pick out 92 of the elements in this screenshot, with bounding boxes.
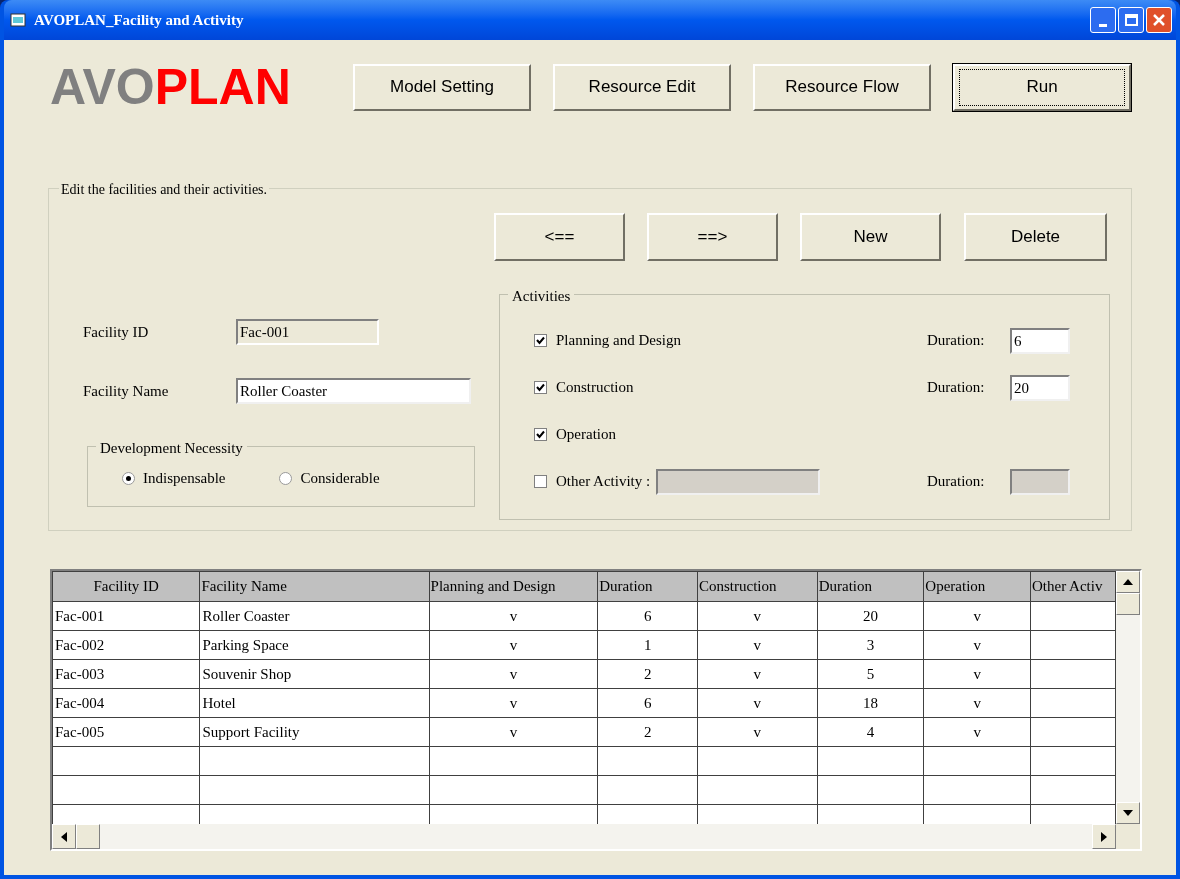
facility-name-field[interactable]: Roller Coaster: [236, 378, 471, 404]
table-cell: v: [697, 688, 818, 718]
table-cell: 1: [597, 630, 698, 660]
table-cell: Parking Space: [199, 630, 430, 660]
window-icon: [10, 13, 26, 27]
table-cell: Souvenir Shop: [199, 659, 430, 689]
table-cell: Fac-005: [52, 717, 200, 747]
column-header[interactable]: Duration: [817, 571, 924, 602]
minimize-button[interactable]: [1090, 7, 1116, 33]
nav-button[interactable]: New: [800, 213, 941, 261]
scroll-down-button[interactable]: [1116, 802, 1140, 824]
duration-label: Duration:: [927, 378, 986, 398]
scroll-right-button[interactable]: [1092, 824, 1116, 849]
table-cell: v: [697, 601, 818, 631]
logo: AVOPLAN: [50, 62, 292, 112]
checkbox-label: Planning and Design: [556, 331, 681, 351]
toolbar-button[interactable]: Run: [953, 63, 1131, 111]
duration-field[interactable]: [1010, 468, 1070, 495]
table-cell: v: [429, 688, 598, 718]
table-cell: Fac-001: [52, 601, 200, 631]
checkbox-label: Operation: [556, 425, 616, 445]
table-cell: Fac-002: [52, 630, 200, 660]
column-header[interactable]: Facility ID: [52, 571, 200, 602]
toolbar-button[interactable]: Resource Flow: [753, 63, 931, 111]
maximize-button[interactable]: [1118, 7, 1144, 33]
scroll-thumb[interactable]: [1116, 593, 1140, 615]
table-cell: 20: [817, 601, 924, 631]
nav-button[interactable]: ==>: [647, 213, 778, 261]
table-cell: v: [697, 659, 818, 689]
table-cell: v: [429, 659, 598, 689]
horizontal-scrollbar[interactable]: [52, 824, 1116, 849]
table-cell: v: [429, 630, 598, 660]
table-cell: 4: [817, 717, 924, 747]
toolbar-button[interactable]: Resource Edit: [553, 63, 731, 111]
field-label: Facility Name: [83, 381, 170, 401]
table-cell: v: [923, 630, 1031, 660]
checkbox[interactable]: [534, 428, 547, 441]
column-header[interactable]: Other Activ: [1030, 571, 1116, 602]
table-cell: 6: [597, 688, 698, 718]
table-cell: 2: [597, 659, 698, 689]
toolbar-button[interactable]: Model Setting: [353, 63, 531, 111]
duration-label: Duration:: [927, 472, 986, 492]
table-cell: 2: [597, 717, 698, 747]
checkbox[interactable]: [534, 334, 547, 347]
table-cell: Roller Coaster: [199, 601, 430, 631]
table-cell: Fac-004: [52, 688, 200, 718]
column-header[interactable]: Duration: [597, 571, 698, 602]
up-arrow-icon: [1123, 579, 1133, 585]
duration-field[interactable]: 6: [1010, 327, 1070, 354]
table-cell: v: [697, 717, 818, 747]
down-arrow-icon: [1123, 810, 1133, 816]
activity-name-field[interactable]: [656, 468, 821, 495]
table-cell: Fac-003: [52, 659, 200, 689]
table-cell: Hotel: [199, 688, 430, 718]
table-cell: v: [923, 601, 1031, 631]
close-button[interactable]: [1146, 7, 1172, 33]
nav-button[interactable]: <==: [494, 213, 625, 261]
radio-button[interactable]: [122, 471, 135, 485]
close-icon: [1152, 13, 1166, 27]
duration-field[interactable]: 20: [1010, 374, 1070, 401]
table-cell: v: [923, 688, 1031, 718]
window-title: AVOPLAN_Facility and Activity: [34, 10, 244, 30]
radio-label: Considerable: [300, 469, 380, 488]
scroll-thumb[interactable]: [76, 824, 100, 849]
table-cell: v: [429, 717, 598, 747]
right-arrow-icon: [1101, 831, 1107, 842]
duration-label: Duration:: [927, 331, 986, 351]
table-cell: Support Facility: [199, 717, 430, 747]
table-cell: 3: [817, 630, 924, 660]
vertical-scrollbar[interactable]: [1116, 571, 1140, 824]
table-cell: v: [923, 659, 1031, 689]
scroll-up-button[interactable]: [1116, 571, 1140, 593]
radio-button[interactable]: [279, 471, 293, 485]
table-cell: v: [923, 717, 1031, 747]
column-header[interactable]: Operation: [923, 571, 1031, 602]
checkbox-label: Other Activity :: [556, 472, 651, 492]
table-cell: v: [697, 630, 818, 660]
radio-label: Indispensable: [143, 469, 226, 488]
checkbox[interactable]: [534, 475, 547, 488]
column-header[interactable]: Planning and Design: [429, 571, 598, 602]
table-cell: v: [429, 601, 598, 631]
table-cell: 5: [817, 659, 924, 689]
column-header[interactable]: Construction: [697, 571, 818, 602]
column-header[interactable]: Facility Name: [199, 571, 430, 602]
table-cell: 18: [817, 688, 924, 718]
checkbox-label: Construction: [556, 378, 634, 398]
scroll-left-button[interactable]: [52, 824, 76, 849]
left-arrow-icon: [61, 831, 67, 842]
field-label: Facility ID: [83, 322, 150, 342]
checkbox[interactable]: [534, 381, 547, 394]
table-cell: 6: [597, 601, 698, 631]
nav-button[interactable]: Delete: [964, 213, 1107, 261]
